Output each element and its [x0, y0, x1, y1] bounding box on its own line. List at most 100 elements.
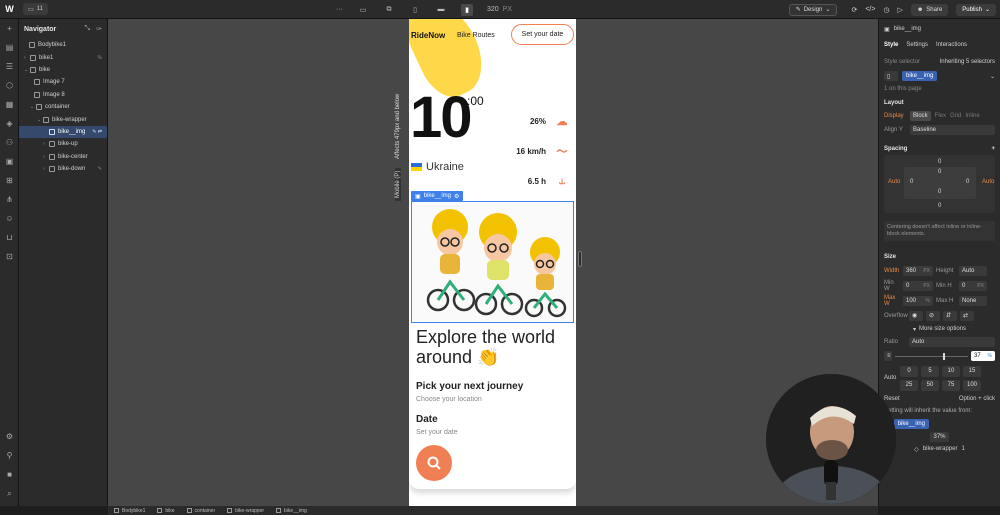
tree-item-bike-wrapper[interactable]: ⌄ bike-wrapper [19, 113, 107, 125]
overflow-hidden-icon[interactable]: ⊘ [926, 310, 940, 321]
users-icon[interactable]: ☺ [0, 209, 19, 228]
tree-item-bodybike1[interactable]: Bodybike1 [19, 39, 107, 51]
preset-50[interactable]: 50 [921, 379, 939, 391]
padding-top[interactable]: 0 [938, 169, 941, 175]
display-flex[interactable]: Flex [935, 113, 946, 119]
margin-right[interactable]: Auto [982, 179, 994, 185]
auto-preset[interactable]: Auto [884, 375, 896, 381]
selected-element-label[interactable]: ▣ bike__img ⚙ [411, 191, 464, 201]
more-size-options[interactable]: ▾ More size options [879, 323, 1000, 335]
slider-value-input[interactable]: 37% [971, 351, 995, 361]
tree-item-bike[interactable]: ⌄ bike [19, 64, 107, 76]
pin-icon[interactable]: ✑ [96, 25, 102, 33]
mobile-portrait-breakpoint-icon[interactable]: ▮ [461, 3, 473, 16]
align-select[interactable]: Baseline [910, 125, 995, 135]
slider-thumb[interactable] [943, 352, 945, 360]
box-model-editor[interactable]: 0 0 Auto Auto 0 0 0 0 [884, 155, 995, 213]
location-input[interactable]: Choose your location [416, 396, 482, 403]
tree-item-image-8[interactable]: Image 8 [19, 89, 107, 101]
overflow-auto-icon[interactable]: ⇄ [960, 310, 974, 321]
preset-5[interactable]: 5 [921, 365, 939, 377]
design-mode-button[interactable]: ✎ Design ⌄ [788, 3, 838, 16]
tree-item-bike1[interactable]: › bike1% [19, 51, 107, 63]
reset-button[interactable]: Reset [884, 396, 900, 402]
sync-icon[interactable]: ⟳ [851, 6, 857, 14]
style-selectors-icon[interactable]: ⚇ [0, 133, 19, 152]
date-input[interactable]: Set your date [416, 429, 458, 436]
margin-top[interactable]: 0 [938, 159, 941, 165]
site-brand-link[interactable]: RideNow [411, 31, 445, 40]
pages-icon[interactable]: ▤ [0, 38, 19, 57]
plus-icon[interactable]: + [991, 146, 995, 152]
tablet-breakpoint-icon[interactable]: ▯ [409, 4, 421, 16]
canvas-resize-handle[interactable] [578, 251, 582, 267]
search-button[interactable] [416, 445, 452, 481]
tree-item-container[interactable]: ⌄ container [19, 101, 107, 113]
apps-grid-icon[interactable]: ⊡ [0, 247, 19, 266]
preset-75[interactable]: 75 [942, 379, 960, 391]
set-date-button[interactable]: Set your date [511, 24, 574, 45]
crumb-bike-img[interactable]: bike__img [276, 508, 307, 514]
code-icon[interactable]: </> [865, 6, 875, 13]
tree-item-bike-center[interactable]: › bike-center [19, 151, 107, 163]
components-icon[interactable]: ⬡ [0, 76, 19, 95]
add-icon[interactable]: + [0, 19, 19, 38]
height-input[interactable]: Auto [959, 265, 987, 276]
history-icon[interactable]: ◷ [883, 6, 889, 14]
ratio-select[interactable]: Auto [909, 337, 995, 347]
display-block[interactable]: Block [910, 111, 931, 121]
chevron-down-icon[interactable]: ⌄ [990, 73, 995, 80]
cms-icon[interactable]: ▦ [0, 95, 19, 114]
max-height-input[interactable]: None [959, 295, 987, 306]
design-canvas[interactable]: Affects 479px and below Mobile (P) RideN… [108, 19, 878, 506]
bike-image[interactable] [411, 201, 574, 323]
margin-left[interactable]: Auto [888, 179, 900, 185]
variables-icon[interactable]: ◈ [0, 114, 19, 133]
preset-0[interactable]: 0 [900, 365, 918, 377]
webflow-logo[interactable]: W [0, 0, 19, 19]
slider-toggle-icon[interactable]: ≡ [884, 351, 892, 361]
preset-15[interactable]: 15 [963, 365, 981, 377]
crumb-bodybike1[interactable]: Bodybike1 [114, 508, 145, 514]
share-button[interactable]: ☻ Share [910, 3, 949, 16]
preset-100[interactable]: 100 [963, 379, 981, 391]
tab-settings[interactable]: Settings [906, 42, 928, 48]
max-width-input[interactable]: 100% [903, 295, 933, 306]
mobile-site-frame[interactable]: RideNow Bike Routes Set your date 10 :00… [409, 19, 576, 506]
width-input[interactable]: 360 PX [903, 265, 933, 276]
tablet-landscape-breakpoint-icon[interactable]: ⧉ [383, 4, 395, 16]
min-height-input[interactable]: 0 PX [959, 280, 987, 291]
tree-item-bike-down[interactable]: › bike-down ✎ [19, 163, 107, 175]
logic-icon[interactable]: ⋔ [0, 190, 19, 209]
padding-bottom[interactable]: 0 [938, 189, 941, 195]
publish-button[interactable]: Publish ⌄ [956, 3, 996, 16]
mobile-landscape-breakpoint-icon[interactable]: ▬ [435, 4, 447, 16]
value-slider[interactable] [895, 352, 968, 360]
assets-icon[interactable]: ▣ [0, 152, 19, 171]
preset-25[interactable]: 25 [900, 379, 918, 391]
inherit-chip[interactable]: bike__img [893, 419, 930, 429]
page-selector[interactable]: ▭ 11 [23, 3, 48, 15]
crumb-bike[interactable]: bike [157, 508, 175, 514]
display-inline[interactable]: Inline [965, 113, 979, 119]
desktop-breakpoint-icon[interactable]: ▭ [357, 4, 369, 16]
tree-item-bike-img[interactable]: bike__img ✎ ⇄ [19, 125, 107, 139]
tree-item-image-7[interactable]: Image 7 [19, 76, 107, 88]
crumb-container[interactable]: container [186, 508, 215, 514]
padding-right[interactable]: 0 [966, 179, 969, 185]
tab-interactions[interactable]: Interactions [936, 42, 967, 48]
tree-item-bike-up[interactable]: › bike-up [19, 138, 107, 150]
margin-bottom[interactable]: 0 [938, 203, 941, 209]
selector-chip[interactable]: bike__img [902, 71, 938, 81]
settings-gear-icon[interactable]: ⚙ [0, 427, 19, 446]
audit-icon[interactable]: ⚲ [0, 446, 19, 465]
overflow-scroll-icon[interactable]: ⇵ [943, 310, 957, 321]
crumb-bike-wrapper[interactable]: bike-wrapper [227, 508, 264, 514]
preset-10[interactable]: 10 [942, 365, 960, 377]
zoom-icon[interactable]: ⌕ [0, 484, 19, 503]
canvas-width-value[interactable]: 320 [487, 6, 499, 13]
overflow-visible-icon[interactable]: ◉ [909, 310, 923, 321]
preview-play-icon[interactable]: ▷ [898, 6, 903, 14]
navigator-icon[interactable]: ☰ [0, 57, 19, 76]
display-grid[interactable]: Grid [950, 113, 961, 119]
